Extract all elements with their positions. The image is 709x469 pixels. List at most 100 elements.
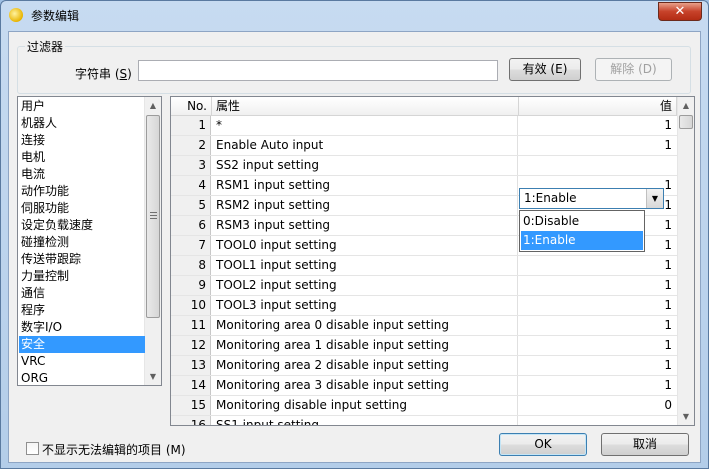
row-attribute: RSM1 input setting xyxy=(212,176,518,195)
row-value: 1 xyxy=(664,278,672,292)
row-attribute: SS2 input setting xyxy=(212,156,518,175)
cancel-button[interactable]: 取消 xyxy=(601,433,689,456)
category-item[interactable]: ORG xyxy=(19,370,145,385)
table-row[interactable]: 15 Monitoring disable input setting 0 xyxy=(171,396,677,416)
row-number: 13 xyxy=(171,356,211,375)
combobox-value: 1:Enable xyxy=(524,191,577,205)
table-row[interactable]: 2 Enable Auto input 1 xyxy=(171,136,677,156)
row-value xyxy=(519,416,676,425)
row-value: 1 xyxy=(664,118,672,132)
table-row[interactable]: 10 TOOL3 input setting 1 xyxy=(171,296,677,316)
dropdown-option-enable[interactable]: 1:Enable xyxy=(521,231,643,250)
category-item[interactable]: VRC xyxy=(19,353,145,370)
row-number: 16 xyxy=(171,416,211,425)
category-list-scrollbar[interactable]: ▲ ▼ xyxy=(144,97,161,385)
row-attribute: Monitoring area 2 disable input setting xyxy=(212,356,518,375)
row-number: 15 xyxy=(171,396,211,415)
clear-filter-button[interactable]: 解除 (D) xyxy=(595,58,672,81)
value-dropdown-list[interactable]: 0:Disable 1:Enable xyxy=(519,210,645,252)
row-number: 1 xyxy=(171,116,211,135)
row-number: 6 xyxy=(171,216,211,235)
row-attribute: RSM2 input setting xyxy=(212,196,518,215)
row-value: 1 xyxy=(664,378,672,392)
row-value xyxy=(519,156,676,175)
table-row[interactable]: 9 TOOL2 input setting 1 xyxy=(171,276,677,296)
row-value: 1 xyxy=(664,298,672,312)
category-item[interactable]: 数字I/O xyxy=(19,319,145,336)
grid-header: No. 属性 值 xyxy=(171,97,677,116)
row-number: 12 xyxy=(171,336,211,355)
row-attribute: Monitoring disable input setting xyxy=(212,396,518,415)
close-button[interactable]: ✕ xyxy=(658,2,702,21)
category-item[interactable]: 机器人 xyxy=(19,115,145,132)
row-number: 4 xyxy=(171,176,211,195)
row-attribute: Enable Auto input xyxy=(212,136,518,155)
parameter-edit-dialog: 参数编辑 ✕ 过滤器 字符串 (S) 有效 (E) 解除 (D) ▲ ▼ 用户机… xyxy=(0,0,709,469)
row-attribute: TOOL3 input setting xyxy=(212,296,518,315)
category-item[interactable]: 动作功能 xyxy=(19,183,145,200)
row-number: 2 xyxy=(171,136,211,155)
category-item[interactable]: 传送带跟踪 xyxy=(19,251,145,268)
row-attribute: Monitoring area 0 disable input setting xyxy=(212,316,518,335)
table-row[interactable]: 11 Monitoring area 0 disable input settin… xyxy=(171,316,677,336)
window-title: 参数编辑 xyxy=(31,9,80,23)
category-item[interactable]: 连接 xyxy=(19,132,145,149)
value-combobox[interactable]: 1:Enable ▼ xyxy=(519,188,664,209)
app-icon xyxy=(9,8,23,22)
category-item[interactable]: 碰撞检测 xyxy=(19,234,145,251)
row-value: 1 xyxy=(664,138,672,152)
row-attribute: Monitoring area 1 disable input setting xyxy=(212,336,518,355)
title-bar[interactable]: 参数编辑 ✕ xyxy=(1,1,708,29)
table-row[interactable]: 16 SS1 input setting xyxy=(171,416,677,425)
hide-uneditable-label[interactable]: 不显示无法编辑的项目 (M) xyxy=(42,441,186,458)
column-header-value[interactable]: 值 xyxy=(519,97,677,116)
category-item[interactable]: 设定负载速度 xyxy=(19,217,145,234)
row-attribute: RSM3 input setting xyxy=(212,216,518,235)
chevron-down-icon[interactable]: ▼ xyxy=(646,189,663,208)
row-attribute: * xyxy=(212,116,518,135)
table-row[interactable]: 14 Monitoring area 3 disable input settin… xyxy=(171,376,677,396)
row-attribute: TOOL1 input setting xyxy=(212,256,518,275)
table-row[interactable]: 8 TOOL1 input setting 1 xyxy=(171,256,677,276)
scroll-down-icon[interactable]: ▼ xyxy=(678,408,694,425)
grid-scrollbar[interactable]: ▲ ▼ xyxy=(677,97,694,425)
row-number: 10 xyxy=(171,296,211,315)
column-header-no[interactable]: No. xyxy=(171,97,212,116)
category-item[interactable]: 通信 xyxy=(19,285,145,302)
table-row[interactable]: 1 * 1 xyxy=(171,116,677,136)
row-attribute: Monitoring area 3 disable input setting xyxy=(212,376,518,395)
category-item[interactable]: 伺服功能 xyxy=(19,200,145,217)
category-list[interactable]: ▲ ▼ 用户 机器人 连接 电机 电流 动作功能 伺服功能 设定负载速度 碰撞检测 传送带跟踪 力量… xyxy=(17,96,162,386)
category-item[interactable]: 电机 xyxy=(19,149,145,166)
category-item[interactable]: 电流 xyxy=(19,166,145,183)
category-item[interactable]: 程序 xyxy=(19,302,145,319)
filter-string-label: 字符串 (S) xyxy=(75,67,132,81)
row-value: 1 xyxy=(664,358,672,372)
table-row[interactable]: 13 Monitoring area 2 disable input settin… xyxy=(171,356,677,376)
table-row[interactable]: 12 Monitoring area 1 disable input settin… xyxy=(171,336,677,356)
scroll-up-icon[interactable]: ▲ xyxy=(678,97,694,114)
apply-filter-button[interactable]: 有效 (E) xyxy=(509,58,581,81)
table-row[interactable]: 3 SS2 input setting xyxy=(171,156,677,176)
filter-string-input[interactable] xyxy=(138,60,498,81)
category-item[interactable]: 安全 xyxy=(19,336,145,353)
category-scroll-thumb[interactable] xyxy=(146,115,160,318)
row-number: 7 xyxy=(171,236,211,255)
row-value: 1 xyxy=(664,318,672,332)
row-number: 14 xyxy=(171,376,211,395)
scroll-up-icon[interactable]: ▲ xyxy=(145,97,161,114)
row-number: 9 xyxy=(171,276,211,295)
column-header-attribute[interactable]: 属性 xyxy=(212,97,519,116)
dropdown-option-disable[interactable]: 0:Disable xyxy=(521,212,643,231)
scroll-down-icon[interactable]: ▼ xyxy=(145,368,161,385)
row-value: 1 xyxy=(664,338,672,352)
category-item[interactable]: 用户 xyxy=(19,98,145,115)
row-attribute: TOOL2 input setting xyxy=(212,276,518,295)
row-number: 5 xyxy=(171,196,211,215)
close-icon: ✕ xyxy=(674,4,686,19)
row-number: 11 xyxy=(171,316,211,335)
category-item[interactable]: 力量控制 xyxy=(19,268,145,285)
hide-uneditable-checkbox[interactable] xyxy=(26,442,39,455)
ok-button[interactable]: OK xyxy=(499,433,587,456)
grid-scroll-thumb[interactable] xyxy=(679,115,693,129)
